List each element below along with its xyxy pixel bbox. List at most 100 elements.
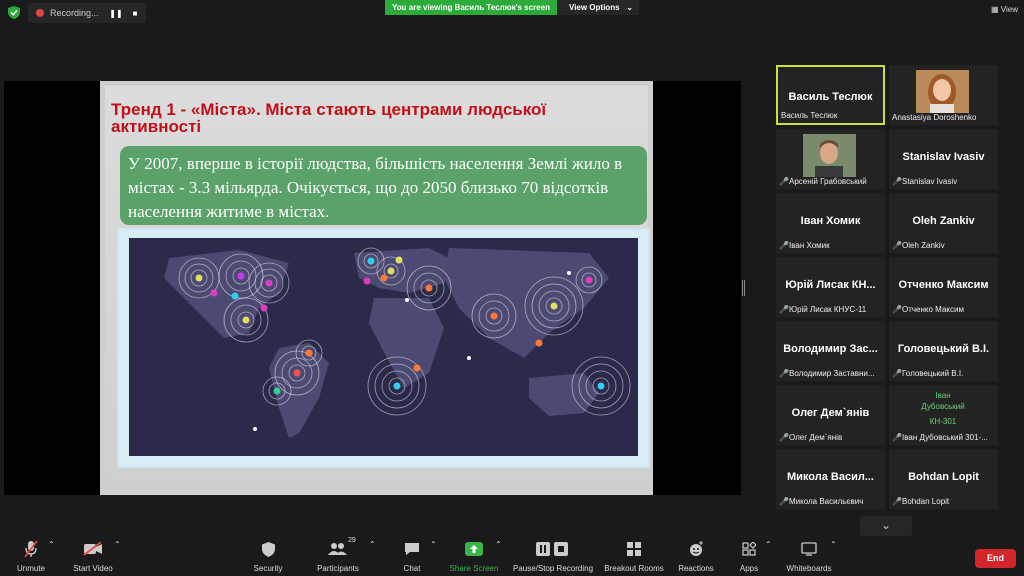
recording-indicator: Recording... ❚❚ ■ [28,3,146,23]
participant-photo [916,70,969,113]
participant-label: 🎤 Микола Васильєвич [779,497,882,506]
apps-options-caret[interactable]: ⌃ [765,540,772,549]
chat-icon [405,543,419,555]
chat-label: Chat [403,564,421,573]
start-video-button[interactable]: Start Video [70,540,116,573]
mic-muted-icon [24,540,38,558]
participants-icon [328,543,347,555]
gallery-next-button[interactable]: ⌄ [860,516,912,536]
participant-name: Володимир Зас... [783,343,878,355]
participant-name: Oleh Zankiv [912,215,975,227]
top-bar: Recording... ❚❚ ■ You are viewing Василь… [0,0,1024,26]
participant-label-text: Володимир Заставни... [789,369,875,378]
participant-label: 🎤 Отченко Максим [892,305,995,314]
mic-muted-icon: 🎤 [779,177,789,186]
unmute-label: Unmute [16,564,45,573]
participant-tile-3[interactable]: Stanislav Ivasiv 🎤 Stanislav Ivasiv [889,129,998,189]
stop-recording-icon[interactable]: ■ [127,6,143,20]
slide-body-text: У 2007, вперше в історії людства, більші… [128,154,623,221]
unmute-button[interactable]: Unmute [10,540,52,573]
apps-label: Apps [739,564,759,573]
participant-name: Stanislav Ivasiv [902,151,985,163]
participant-tile-5[interactable]: Oleh Zankiv 🎤 Oleh Zankiv [889,193,998,253]
participant-label: 🎤 Головецький В.І. [892,369,995,378]
participant-label: 🎤 Stanislav Ivasiv [892,177,995,186]
chat-button[interactable]: Chat [398,540,426,573]
participant-tile-2[interactable]: 🎤 Арсеній Грабовський [776,129,885,189]
pause-recording-icon[interactable]: ❚❚ [108,6,124,20]
breakout-rooms-label: Breakout Rooms [604,564,664,573]
mic-muted-icon: 🎤 [892,433,902,442]
whiteboards-button[interactable]: Whiteboards [784,540,834,573]
participants-count: 29 [348,537,356,544]
participant-tile-11[interactable]: Іван Дубовський КН-301 🎤 Іван Дубовський … [889,385,998,445]
grid-icon: ▦ [991,5,999,14]
mic-muted-icon: 🎤 [892,305,902,314]
participant-name: Олег Дем`янів [791,407,870,419]
participant-label-text: Арсеній Грабовський [789,177,867,186]
participant-label-text: Іван Хомик [789,241,830,250]
participant-name: Іван Хомик [800,215,861,227]
reactions-label: Reactions [678,564,714,573]
participant-tile-10[interactable]: Олег Дем`янів 🎤 Олег Дем`янів [776,385,885,445]
chevron-down-icon: ⌄ [880,518,892,532]
participant-name: Головецький В.І. [897,343,990,355]
chevron-down-icon: ⌄ [626,3,633,12]
slide-background: Тренд 1 - «Міста». Міста стають центрами… [105,86,650,490]
participant-label-text: Василь Теслюк [781,111,838,120]
security-button[interactable]: Security [250,540,286,573]
chat-options-caret[interactable]: ⌃ [430,540,437,549]
whiteboards-label: Whiteboards [786,564,832,573]
map-frame [117,228,650,468]
participant-tile-1[interactable]: Anastasiya Doroshenko [889,65,998,125]
participant-name: Отченко Максим [898,279,989,291]
participant-label-text: Олег Дем`янів [789,433,843,442]
participant-tile-12[interactable]: Микола Васил... 🎤 Микола Васильєвич [776,449,885,509]
share-screen-icon [465,542,483,556]
participant-label-text: Oleh Zankiv [902,241,945,250]
mic-muted-icon: 🎤 [779,497,789,506]
participant-tile-4[interactable]: Іван Хомик 🎤 Іван Хомик [776,193,885,253]
participant-label-text: Іван Дубовський 301-... [902,433,988,442]
start-video-label: Start Video [73,564,113,573]
participant-label: 🎤 Олег Дем`янів [779,433,882,442]
slide-text-box: У 2007, вперше в історії людства, більші… [120,146,647,225]
participants-options-caret[interactable]: ⌃ [369,540,376,549]
video-text-line: Іван [935,391,951,400]
view-button[interactable]: ▦ View [991,5,1018,14]
mic-muted-icon: 🎤 [779,433,789,442]
share-options-caret[interactable]: ⌃ [495,540,502,549]
video-options-caret[interactable]: ⌃ [114,540,121,549]
participants-button[interactable]: 29 Participants [314,537,362,573]
audio-options-caret[interactable]: ⌃ [48,540,55,549]
participant-label: 🎤 Володимир Заставни... [779,369,882,378]
recording-label: Recording... [50,8,99,18]
apps-button[interactable]: Apps [734,540,764,573]
participant-tile-13[interactable]: Bohdan Lopit 🎤 Bohdan Lopit [889,449,998,509]
participant-tile-9[interactable]: Головецький В.І. 🎤 Головецький В.І. [889,321,998,381]
whiteboards-options-caret[interactable]: ⌃ [830,540,837,549]
participant-label: 🎤 Іван Хомик [779,241,882,250]
participant-tile-6[interactable]: Юрій Лисак КН... 🎤 Юрій Лисак КНУС-11 [776,257,885,317]
reactions-button[interactable]: Reactions [676,540,716,573]
participant-label-text: Anastasiya Doroshenko [892,113,977,122]
view-options-button[interactable]: View Options ⌄ [557,0,639,15]
participant-tile-0[interactable]: Василь Теслюк Василь Теслюк [776,65,885,125]
end-meeting-button[interactable]: End [975,549,1016,568]
shield-icon[interactable] [8,6,20,19]
participants-label: Participants [317,564,359,573]
panel-splitter[interactable] [742,280,745,296]
participant-video-text: Іван Дубовський КН-301 [917,388,969,434]
participant-label-text: Головецький В.І. [902,369,964,378]
participant-label-text: Bohdan Lopit [902,497,950,506]
breakout-rooms-button[interactable]: Breakout Rooms [602,540,666,573]
pause-stop-recording-button[interactable]: Pause/Stop Recording [510,540,596,573]
participant-name: Юрій Лисак КН... [785,279,876,291]
mic-muted-icon: 🎤 [779,369,789,378]
participant-tile-7[interactable]: Отченко Максим 🎤 Отченко Максим [889,257,998,317]
participant-name: Василь Теслюк [788,91,873,103]
participant-tile-8[interactable]: Володимир Зас... 🎤 Володимир Заставни... [776,321,885,381]
security-label: Security [253,564,283,573]
share-screen-button[interactable]: Share Screen [448,540,500,573]
pause-stop-recording-label: Pause/Stop Recording [512,564,594,573]
